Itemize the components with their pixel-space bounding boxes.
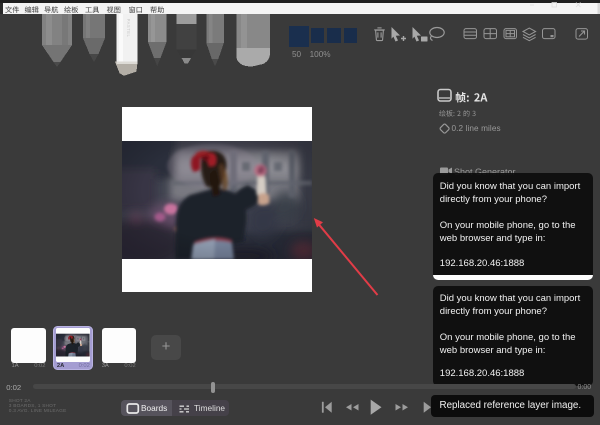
svg-text:PASTEL: PASTEL bbox=[126, 19, 131, 38]
